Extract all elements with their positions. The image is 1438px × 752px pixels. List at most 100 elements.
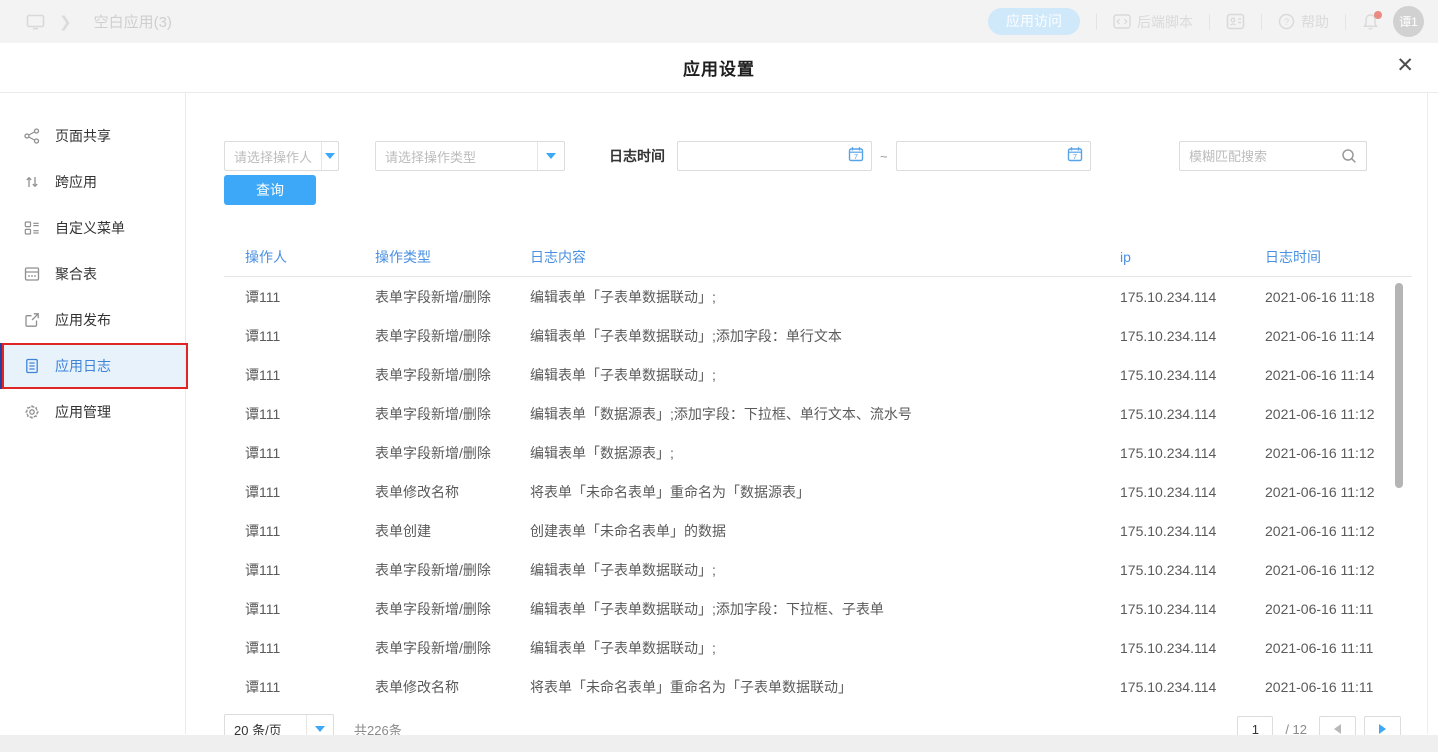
app-settings-modal: 应用设置 ✕ 页面共享跨应用自定义菜单聚合表应用发布应用日志应用管理 请选择操作… — [0, 43, 1438, 735]
table-row: 谭111表单字段新增/删除编辑表单「子表单数据联动」;175.10.234.11… — [224, 355, 1412, 394]
table-cell: 编辑表单「数据源表」; — [530, 443, 1120, 463]
table-cell: 175.10.234.114 — [1120, 640, 1265, 656]
chevron-down-icon[interactable] — [306, 715, 333, 735]
end-date-input[interactable]: 7 — [896, 141, 1091, 171]
next-icon — [1379, 724, 1386, 734]
table-cell: 表单修改名称 — [375, 677, 530, 697]
table-cell: 谭111 — [224, 326, 375, 346]
chevron-down-icon[interactable] — [537, 142, 564, 170]
table-cell: 将表单「未命名表单」重命名为「子表单数据联动」 — [530, 677, 1120, 697]
divider — [1345, 14, 1346, 30]
fuzzy-search-box — [1179, 141, 1367, 171]
table-cell: 表单字段新增/删除 — [375, 365, 530, 385]
svg-text:7: 7 — [854, 152, 858, 161]
pagination-bar: 20 条/页 共226条 / 12 — [224, 714, 1401, 735]
page-number-input[interactable] — [1237, 716, 1273, 736]
custom-menu-icon — [24, 220, 41, 236]
table-cell: 谭111 — [224, 599, 375, 619]
cross-app-icon — [24, 174, 41, 190]
calendar-icon: 7 — [1067, 146, 1083, 167]
chevron-down-icon[interactable] — [321, 142, 338, 170]
gear-icon — [24, 404, 41, 420]
app-access-button[interactable]: 应用访问 — [988, 8, 1080, 35]
sidebar-item-6[interactable]: 应用日志 — [0, 343, 185, 389]
vertical-scrollbar[interactable] — [1395, 283, 1403, 488]
help-button[interactable]: ? 帮助 — [1278, 12, 1329, 32]
prev-icon — [1334, 724, 1341, 734]
table-cell: 175.10.234.114 — [1120, 367, 1265, 383]
table-cell: 谭111 — [224, 560, 375, 580]
column-header: ip — [1120, 249, 1265, 265]
table-cell: 175.10.234.114 — [1120, 679, 1265, 695]
backend-script-button[interactable]: 后端脚本 — [1113, 12, 1193, 32]
table-header-row: 操作人操作类型日志内容ip日志时间 — [224, 237, 1412, 277]
table-cell: 表单字段新增/删除 — [375, 287, 530, 307]
sidebar-item-2[interactable]: 跨应用 — [0, 159, 185, 205]
sidebar-item-7[interactable]: 应用管理 — [0, 389, 185, 435]
table-cell: 2021-06-16 11:14 — [1265, 367, 1412, 383]
search-icon[interactable] — [1341, 148, 1357, 164]
page-size-value: 20 条/页 — [225, 715, 306, 735]
sidebar-item-label: 页面共享 — [55, 126, 111, 146]
table-cell: 表单修改名称 — [375, 482, 530, 502]
table-cell: 175.10.234.114 — [1120, 289, 1265, 305]
table-row: 谭111表单字段新增/删除编辑表单「数据源表」;添加字段：下拉框、单行文本、流水… — [224, 394, 1412, 433]
help-icon: ? — [1278, 13, 1295, 30]
log-time-label: 日志时间 — [609, 146, 665, 166]
table-cell: 2021-06-16 11:18 — [1265, 289, 1412, 305]
help-label: 帮助 — [1301, 12, 1329, 32]
table-cell: 175.10.234.114 — [1120, 562, 1265, 578]
start-date-input[interactable]: 7 — [677, 141, 872, 171]
range-separator: ~ — [880, 149, 888, 164]
total-pages: / 12 — [1285, 722, 1307, 736]
table-cell: 175.10.234.114 — [1120, 445, 1265, 461]
table-cell: 编辑表单「子表单数据联动」;添加字段：单行文本 — [530, 326, 1120, 346]
close-icon[interactable]: ✕ — [1396, 55, 1414, 76]
notification-badge — [1374, 11, 1382, 19]
sidebar-item-label: 应用管理 — [55, 402, 111, 422]
table-cell: 谭111 — [224, 521, 375, 541]
table-cell: 175.10.234.114 — [1120, 484, 1265, 500]
sidebar-item-label: 自定义菜单 — [55, 218, 125, 238]
topbar: ❯ 空白应用(3) 应用访问 后端脚本 ? 帮助 谭1 — [0, 0, 1438, 43]
table-row: 谭111表单修改名称将表单「未命名表单」重命名为「数据源表」175.10.234… — [224, 472, 1412, 511]
app-window-icon[interactable] — [26, 14, 45, 30]
share-icon — [24, 128, 41, 144]
settings-sidebar: 页面共享跨应用自定义菜单聚合表应用发布应用日志应用管理 — [0, 93, 186, 734]
query-button[interactable]: 查询 — [224, 175, 316, 205]
next-page-button[interactable] — [1364, 716, 1401, 736]
table-row: 谭111表单字段新增/删除编辑表单「数据源表」;175.10.234.11420… — [224, 433, 1412, 472]
sidebar-item-label: 聚合表 — [55, 264, 97, 284]
table-row: 谭111表单创建创建表单「未命名表单」的数据175.10.234.1142021… — [224, 511, 1412, 550]
page-size-select[interactable]: 20 条/页 — [224, 714, 334, 735]
aggregate-table-icon — [24, 266, 41, 282]
sidebar-item-1[interactable]: 页面共享 — [0, 113, 185, 159]
prev-page-button[interactable] — [1319, 716, 1356, 736]
sidebar-item-label: 应用日志 — [55, 356, 111, 376]
scroll-gutter — [1427, 93, 1438, 734]
table-row: 谭111表单字段新增/删除编辑表单「子表单数据联动」;175.10.234.11… — [224, 628, 1412, 667]
table-cell: 表单字段新增/删除 — [375, 326, 530, 346]
operation-type-placeholder: 请选择操作类型 — [376, 142, 537, 170]
column-header: 日志内容 — [530, 247, 1120, 267]
sidebar-item-5[interactable]: 应用发布 — [0, 297, 185, 343]
svg-text:7: 7 — [1073, 152, 1077, 161]
sidebar-item-4[interactable]: 聚合表 — [0, 251, 185, 297]
id-card-icon[interactable] — [1226, 13, 1245, 30]
table-row: 谭111表单字段新增/删除编辑表单「子表单数据联动」;175.10.234.11… — [224, 277, 1412, 316]
table-cell: 2021-06-16 11:12 — [1265, 523, 1412, 539]
operator-select[interactable]: 请选择操作人 — [224, 141, 339, 171]
table-cell: 表单字段新增/删除 — [375, 404, 530, 424]
table-cell: 编辑表单「子表单数据联动」; — [530, 365, 1120, 385]
publish-icon — [24, 312, 41, 328]
notifications-button[interactable] — [1362, 13, 1379, 31]
avatar[interactable]: 谭1 — [1393, 6, 1424, 37]
operation-type-select[interactable]: 请选择操作类型 — [375, 141, 565, 171]
table-cell: 2021-06-16 11:14 — [1265, 328, 1412, 344]
sidebar-item-3[interactable]: 自定义菜单 — [0, 205, 185, 251]
search-input[interactable] — [1180, 149, 1341, 164]
table-cell: 谭111 — [224, 365, 375, 385]
table-row: 谭111表单字段新增/删除编辑表单「子表单数据联动」;添加字段：下拉框、子表单1… — [224, 589, 1412, 628]
log-icon — [24, 358, 41, 374]
filter-row: 请选择操作人 请选择操作类型 日志时间 7 ~ 7 — [224, 141, 1412, 171]
